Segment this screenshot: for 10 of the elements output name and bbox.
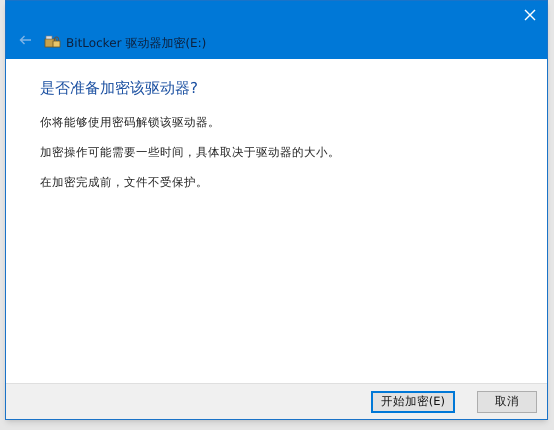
dialog-heading: 是否准备加密该驱动器? <box>40 78 199 99</box>
cancel-button[interactable]: 取消 <box>477 390 537 412</box>
body-text: 加密操作可能需要一些时间，具体取决于驱动器的大小。 <box>40 144 341 161</box>
body-text: 在加密完成前，文件不受保护。 <box>40 174 209 191</box>
back-arrow-icon <box>18 35 32 45</box>
close-icon <box>524 9 536 21</box>
window-title: BitLocker 驱动器加密(E:) <box>66 37 206 49</box>
body-text: 你将能够使用密码解锁该驱动器。 <box>40 114 221 130</box>
start-encryption-button[interactable]: 开始加密(E) <box>370 390 455 412</box>
drive-lock-icon <box>44 33 61 49</box>
